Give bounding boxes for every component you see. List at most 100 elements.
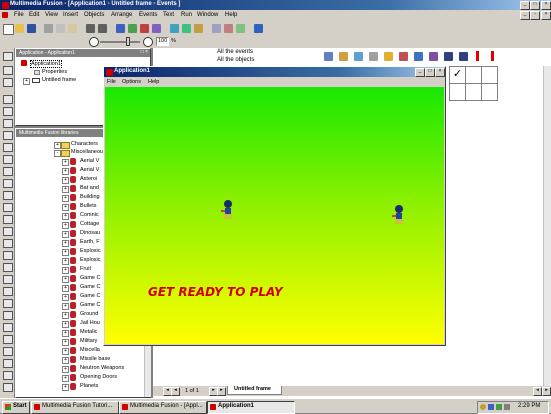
palette-tool-icon[interactable] [3,191,13,200]
expand-icon[interactable]: + [62,294,69,301]
save-icon[interactable] [27,24,36,33]
tray-icon[interactable] [480,404,486,410]
palette-tool-icon[interactable] [3,359,13,368]
library-item[interactable]: Game C [80,284,100,290]
redo-icon[interactable] [98,24,107,33]
tree-item-properties[interactable]: Properties [42,69,67,75]
expand-icon[interactable]: + [62,240,69,247]
palette-tool-icon[interactable] [3,335,13,344]
prev-frame-button[interactable]: ◂ [171,387,180,396]
app-menu-options[interactable]: Options [122,79,141,85]
expand-icon[interactable]: + [62,168,69,175]
library-folder[interactable]: Characters [71,141,98,147]
events-scrollbar[interactable] [543,66,551,386]
start-button[interactable]: Start [2,401,30,414]
zoom-slider-thumb[interactable] [126,37,130,46]
library-item[interactable]: Asteroi [80,176,97,182]
tree-item-frame[interactable]: Untitled frame [42,77,76,83]
help-icon[interactable] [254,24,263,33]
storyboard-icon[interactable] [116,24,125,33]
library-item[interactable]: Cottage [80,221,99,227]
scroll-right-button[interactable]: ▸ [542,387,551,396]
volume-icon[interactable] [504,404,510,410]
library-item[interactable]: Comnic [80,212,99,218]
open-icon[interactable] [15,24,24,33]
build-icon[interactable] [194,24,203,33]
expand-icon[interactable]: + [62,222,69,229]
expand-icon[interactable]: + [62,213,69,220]
palette-tool-icon[interactable] [3,203,13,212]
expand-icon[interactable]: + [62,159,69,166]
palette-tool-icon[interactable] [3,167,13,176]
zoom-field[interactable]: 100 [156,37,169,46]
taskbar-task-fusion[interactable]: Multimedia Fusion - [Appl... [119,401,207,414]
library-item[interactable]: Miscella [80,347,100,353]
expand-icon[interactable]: + [62,186,69,193]
library-item[interactable]: Fruit [80,266,91,272]
taskbar-task-tutorial[interactable]: Multimedia Fusion Tutori... [31,401,119,414]
library-item[interactable]: Aerial V [80,167,99,173]
library-item[interactable]: Jail Hou [80,320,100,326]
event-list-icon[interactable] [152,24,161,33]
palette-tool-icon[interactable] [3,227,13,236]
palette-tool-icon[interactable] [3,155,13,164]
menu-arrange[interactable]: Arrange [111,12,132,18]
library-item[interactable]: Ground [80,311,98,317]
tray-icon[interactable] [488,404,494,410]
frame-editor-icon[interactable] [128,24,137,33]
event-cell[interactable] [450,84,466,101]
palette-tool-icon[interactable] [3,299,13,308]
expand-icon[interactable]: + [62,258,69,265]
marker2-object-icon[interactable] [491,51,494,61]
palette-tool-icon[interactable] [3,239,13,248]
taskbar-task-application[interactable]: Application1 [207,401,295,414]
expand-icon[interactable]: + [62,204,69,211]
expand-icon[interactable]: + [62,312,69,319]
event-cell[interactable] [482,67,498,84]
palette-tool-icon[interactable] [3,119,13,128]
last-frame-button[interactable]: ▸ [217,387,226,396]
zoom-in-icon[interactable] [143,37,153,47]
special-object-icon[interactable] [324,52,333,61]
create-object-icon[interactable] [369,52,378,61]
expand-icon[interactable]: + [62,348,69,355]
workspace-close-icon[interactable]: □ × [141,49,148,55]
expand-icon[interactable]: + [62,177,69,184]
palette-tool-icon[interactable] [3,215,13,224]
library-item[interactable]: Dinosau [80,230,100,236]
scroll-left-button[interactable]: ◂ [533,387,542,396]
cut-icon[interactable] [44,24,53,33]
expand-icon[interactable]: + [62,276,69,283]
library-item[interactable]: Missile base [80,356,110,362]
palette-tool-icon[interactable] [3,311,13,320]
palette-tool-icon[interactable] [3,66,13,75]
tab-untitled-frame[interactable]: Untitled frame [227,386,282,395]
game-area[interactable]: GET READY TO PLAY [105,87,444,344]
palette-tool-icon[interactable] [3,287,13,296]
library-item[interactable]: Game C [80,275,100,281]
expand-icon[interactable]: + [62,195,69,202]
expand-icon[interactable]: + [62,339,69,346]
workspace-icon[interactable] [236,24,245,33]
doc-restore-button[interactable]: ▫ [530,11,540,20]
tray-icon[interactable] [496,404,502,410]
app-close-button[interactable]: × [435,68,445,77]
app-menu-help[interactable]: Help [148,79,159,85]
library-item[interactable]: Bullets [80,203,97,209]
app-menu-file[interactable]: File [107,79,116,85]
palette-tool-icon[interactable] [3,251,13,260]
menu-objects[interactable]: Objects [84,12,104,18]
menu-run[interactable]: Run [181,12,192,18]
library-item[interactable]: Military [80,338,97,344]
palette-tool-icon[interactable] [3,107,13,116]
library-folder[interactable]: Miscellaneous [71,149,106,155]
palette-tool-icon[interactable] [3,323,13,332]
player2-object-icon[interactable] [429,52,438,61]
palette-tool-icon[interactable] [3,347,13,356]
expand-icon[interactable]: + [62,375,69,382]
expand-icon[interactable]: + [62,285,69,292]
library-item[interactable]: Earth, F [80,239,100,245]
timer-object-icon[interactable] [384,52,393,61]
character2-object-icon[interactable] [459,52,468,61]
menu-insert[interactable]: Insert [63,12,78,18]
